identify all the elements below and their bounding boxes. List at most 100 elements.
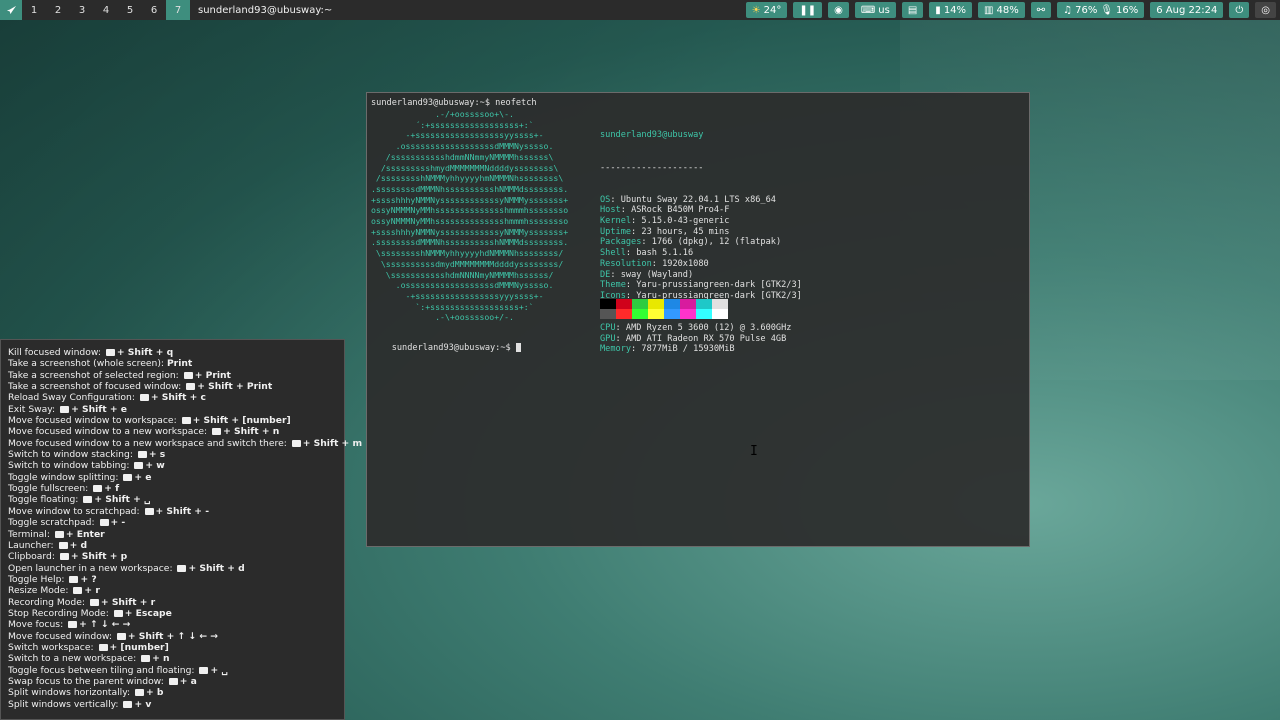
keybinding-label: Kill focused window: xyxy=(8,347,101,358)
text-cursor xyxy=(515,343,521,352)
info-key: CPU xyxy=(600,323,616,334)
color-swatch xyxy=(616,299,632,319)
keybinding-keys: + s xyxy=(148,449,166,461)
memory-widget[interactable]: ▥ 48% xyxy=(978,2,1025,18)
sun-icon: ☀ xyxy=(751,4,761,16)
clock-widget[interactable]: 6 Aug 22:24 xyxy=(1150,2,1224,18)
keybinding-keys: + a xyxy=(179,675,197,687)
workspace-button-6[interactable]: 6 xyxy=(142,0,166,20)
mic-value: 16% xyxy=(1116,4,1139,16)
workspace-button-7[interactable]: 7 xyxy=(166,0,190,20)
keybinding-label: Exit Sway: xyxy=(8,403,56,415)
keybinding-row: Move focus: + ↑ ↓ ← → xyxy=(8,619,344,630)
idle-inhibitor-button[interactable]: ◉ xyxy=(828,2,849,18)
keybinding-label: Split windows horizontally: xyxy=(8,687,131,699)
keybinding-keys: + Print xyxy=(194,369,231,381)
keybinding-label: Switch to window tabbing: xyxy=(8,460,130,472)
pause-button[interactable]: ❚❚ xyxy=(793,2,823,18)
ubuntu-icon: ◎ xyxy=(1261,4,1270,16)
keybinding-row: Stop Recording Mode: + Escape xyxy=(8,608,344,619)
info-key: OS xyxy=(600,194,611,205)
info-row: Kernel: 5.15.0-43-generic xyxy=(600,216,730,227)
info-row: Packages: 1766 (dpkg), 12 (flatpak) xyxy=(600,237,782,248)
network-button[interactable]: ⚯ xyxy=(1030,2,1052,18)
keybinding-keys: + b xyxy=(146,687,164,699)
keybinding-label: Clipboard: xyxy=(8,551,55,563)
display-button[interactable]: ▤ xyxy=(901,2,924,18)
info-row: GPU: AMD ATI Radeon RX 570 Pulse 4GB xyxy=(600,333,787,344)
keybinding-label: Stop Recording Mode: xyxy=(8,607,109,619)
keybinding-keys: + ? xyxy=(80,573,97,585)
memory-icon: ▥ xyxy=(984,4,994,16)
keybinding-keys: + Shift + Print xyxy=(197,381,273,393)
workspace-button-2[interactable]: 2 xyxy=(46,0,70,20)
status-area: ☀ 24° ❚❚ ◉ ⌨ us ▤ ▮ 14% ▥ 48% ⚯ ♫ 76% 🎙︎… xyxy=(740,0,1280,20)
power-button[interactable]: ⏻ xyxy=(1229,2,1250,18)
launcher-button[interactable] xyxy=(0,0,22,20)
info-key: Memory xyxy=(600,344,632,355)
info-row: Host: ASRock B450M Pro4-F xyxy=(600,205,730,216)
workspace-button-5[interactable]: 5 xyxy=(118,0,142,20)
color-swatch xyxy=(712,299,728,319)
info-value: 7877MiB / 15930MiB xyxy=(641,344,735,355)
info-value: bash 5.1.16 xyxy=(636,248,694,259)
keybinding-keys: + Shift + p xyxy=(70,551,128,563)
ubuntu-ascii-logo: .-/+oossssoo+\-. ´:+ssssssssssssssssss+:… xyxy=(371,109,569,323)
info-row: Memory: 7877MiB / 15930MiB xyxy=(600,344,735,355)
terminal-window[interactable]: sunderland93@ubusway:~$ neofetch .-/+oos… xyxy=(366,92,1030,547)
super-key-icon xyxy=(168,677,178,685)
headphones-icon: ♫ xyxy=(1063,4,1073,16)
super-key-icon xyxy=(181,417,191,425)
keybinding-row: Terminal: + Enter xyxy=(8,529,344,540)
audio-out-value: 76% xyxy=(1075,4,1098,16)
battery-widget[interactable]: ▮ 14% xyxy=(929,2,973,18)
info-value: AMD ATI Radeon RX 570 Pulse 4GB xyxy=(625,333,787,344)
super-key-icon xyxy=(68,621,78,629)
keybinding-label: Launcher: xyxy=(8,539,54,551)
info-key: Resolution xyxy=(600,258,652,269)
keybinding-label: Switch to window stacking: xyxy=(8,449,133,461)
audio-widget[interactable]: ♫ 76% 🎙︎ 16% xyxy=(1057,2,1145,18)
keybinding-label: Move focused window to a new workspace: xyxy=(8,426,208,438)
info-row: CPU: AMD Ryzen 5 3600 (12) @ 3.600GHz xyxy=(600,323,792,334)
info-value: Ubuntu Sway 22.04.1 LTS x86_64 xyxy=(620,194,776,205)
info-value: 5.15.0-43-generic xyxy=(641,216,730,227)
battery-value: 14% xyxy=(943,4,967,16)
super-key-icon xyxy=(58,541,68,549)
display-icon: ▤ xyxy=(907,4,918,16)
keybinding-row: Take a screenshot of focused window: + S… xyxy=(8,381,344,392)
keybinding-row: Launcher: + d xyxy=(8,540,344,551)
keybinding-keys: + Shift + ↑ ↓ ← → xyxy=(127,630,218,642)
workspace-button-1[interactable]: 1 xyxy=(22,0,46,20)
separator: -------------------- xyxy=(600,162,704,173)
tray-button[interactable]: ◎ xyxy=(1255,2,1276,18)
command-line-neofetch: sunderland93@ubusway:~$ neofetch xyxy=(371,98,537,108)
keybindings-help-panel: Kill focused window: + Shift + q Take a s… xyxy=(0,339,362,720)
workspace-button-4[interactable]: 4 xyxy=(94,0,118,20)
keybinding-label: Take a screenshot (whole screen): xyxy=(8,358,165,370)
microphone-icon: 🎙︎ xyxy=(1100,4,1114,16)
command-prompt[interactable]: sunderland93@ubusway:~$ xyxy=(371,333,521,363)
workspace-button-3[interactable]: 3 xyxy=(70,0,94,20)
keybinding-label: Open launcher in a new workspace: xyxy=(8,562,173,574)
super-key-icon xyxy=(144,507,154,515)
keybinding-row: Swap focus to the parent window: + a xyxy=(8,676,344,687)
keybinding-label: Move focus: xyxy=(8,619,64,631)
keyboard-icon: ⌨ xyxy=(860,4,876,16)
super-key-icon xyxy=(135,689,145,697)
keybinding-row: Open launcher in a new workspace: + Shif… xyxy=(8,563,344,574)
weather-widget[interactable]: ☀ 24° xyxy=(745,2,788,18)
eye-icon: ◉ xyxy=(834,4,843,16)
user-host: sunderland93@ubusway xyxy=(600,130,704,141)
keyboard-layout[interactable]: ⌨ us xyxy=(854,2,896,18)
super-key-icon xyxy=(83,496,93,504)
info-key: Theme xyxy=(600,280,626,291)
info-key: Uptime xyxy=(600,226,632,237)
super-key-icon xyxy=(54,530,64,538)
keybinding-row: Split windows horizontally: + b xyxy=(8,687,344,698)
keybinding-keys: + r xyxy=(84,585,100,597)
keybinding-keys: + e xyxy=(134,471,152,483)
keybinding-row: Switch workspace: + [number] xyxy=(8,642,344,653)
keybinding-row: Switch to a new workspace: + n xyxy=(8,653,344,664)
memory-value: 48% xyxy=(996,4,1019,16)
